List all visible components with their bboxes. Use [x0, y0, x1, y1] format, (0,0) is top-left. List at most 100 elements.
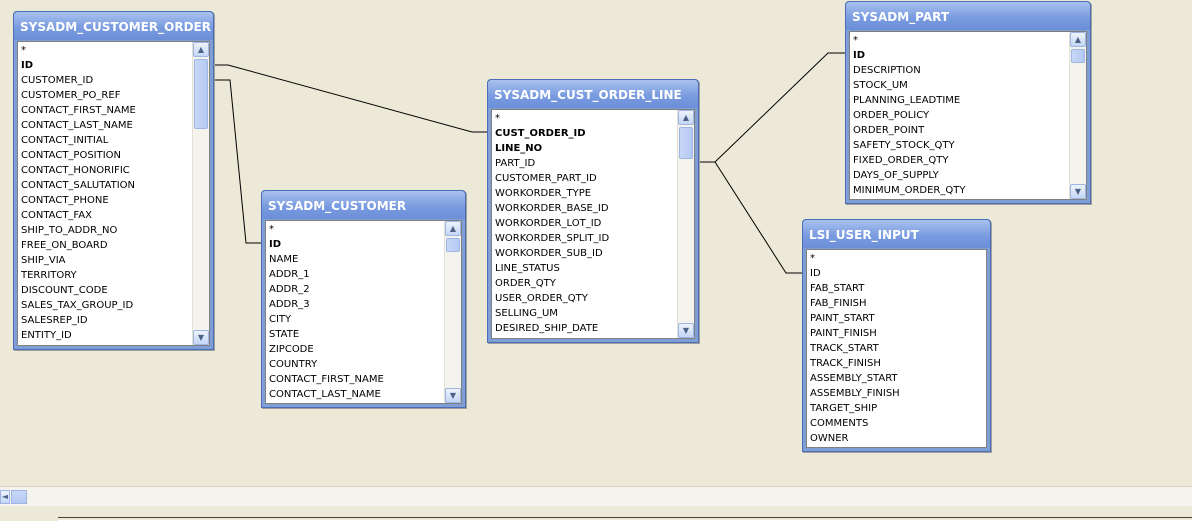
table-title[interactable]: LSI_USER_INPUT — [803, 220, 990, 248]
field-row[interactable]: * — [269, 222, 441, 237]
field-row[interactable]: FAB_START — [810, 281, 966, 296]
scroll-thumb[interactable] — [679, 127, 693, 159]
field-row[interactable]: FREE_ON_BOARD — [21, 238, 189, 253]
field-row[interactable]: SALESREP_ID — [21, 313, 189, 328]
field-row[interactable]: ORDER_POLICY — [853, 108, 1066, 123]
field-row[interactable]: DESCRIPTION — [853, 63, 1066, 78]
horizontal-scrollbar[interactable]: ◄ — [0, 486, 1192, 507]
field-row[interactable]: STOCK_UM — [853, 78, 1066, 93]
vertical-scrollbar[interactable]: ▲ ▼ — [444, 221, 461, 403]
field-row[interactable]: PLANNING_LEADTIME — [853, 93, 1066, 108]
field-row[interactable]: CONTACT_LAST_NAME — [21, 118, 189, 133]
field-row[interactable]: PAINT_FINISH — [810, 326, 966, 341]
field-row[interactable]: * — [495, 111, 674, 126]
field-row[interactable]: TRACK_START — [810, 341, 966, 356]
field-row[interactable]: NAME — [269, 252, 441, 267]
field-row[interactable]: ZIPCODE — [269, 342, 441, 357]
field-row[interactable]: MINIMUM_ORDER_QTY — [853, 183, 1066, 198]
field-row[interactable]: FIXED_ORDER_QTY — [853, 153, 1066, 168]
scroll-down-arrow-icon[interactable]: ▼ — [1070, 184, 1086, 199]
field-row[interactable]: SHIP_TO_ADDR_NO — [21, 223, 189, 238]
scroll-down-arrow-icon[interactable]: ▼ — [193, 330, 209, 345]
field-row[interactable]: DISCOUNT_CODE — [21, 283, 189, 298]
field-row[interactable]: ENTITY_ID — [21, 328, 189, 343]
field-row[interactable]: DESIRED_SHIP_DATE — [495, 321, 674, 336]
horizontal-scroll-thumb[interactable] — [11, 490, 27, 504]
join-line-cust-order-line-to-lsi-user-input[interactable] — [697, 161, 802, 274]
field-row[interactable]: SALES_TAX_GROUP_ID — [21, 298, 189, 313]
field-row[interactable]: ID — [21, 58, 189, 73]
table-window-customer[interactable]: SYSADM_CUSTOMER * ID NAME ADDR_1 ADDR_2 ADDR_… — [261, 190, 466, 408]
field-row[interactable]: CITY — [269, 312, 441, 327]
field-row[interactable]: WORKORDER_SUB_ID — [495, 246, 674, 261]
scroll-down-arrow-icon[interactable]: ▼ — [678, 323, 694, 338]
scroll-thumb[interactable] — [446, 238, 460, 252]
join-line-customer-order-to-cust-order-line[interactable] — [212, 64, 487, 133]
field-row[interactable]: CONTACT_POSITION — [21, 148, 189, 163]
field-row[interactable]: CUSTOMER_ID — [21, 73, 189, 88]
field-row[interactable]: ORDER_POINT — [853, 123, 1066, 138]
vertical-scrollbar[interactable]: ▲ ▼ — [677, 110, 694, 338]
field-row[interactable]: USER_ORDER_QTY — [495, 291, 674, 306]
field-row[interactable]: WORKORDER_SPLIT_ID — [495, 231, 674, 246]
field-row[interactable]: CONTACT_FIRST_NAME — [21, 103, 189, 118]
field-row[interactable]: COUNTRY — [269, 357, 441, 372]
field-row[interactable]: ASSEMBLY_FINISH — [810, 386, 966, 401]
table-window-customer-order[interactable]: SYSADM_CUSTOMER_ORDER * ID CUSTOMER_ID CUST… — [13, 11, 214, 350]
field-row[interactable]: WORKORDER_BASE_ID — [495, 201, 674, 216]
scroll-up-arrow-icon[interactable]: ▲ — [678, 110, 694, 125]
scroll-up-arrow-icon[interactable]: ▲ — [1070, 32, 1086, 47]
field-row[interactable]: CUST_ORDER_ID — [495, 126, 674, 141]
scroll-up-arrow-icon[interactable]: ▲ — [193, 42, 209, 57]
field-row[interactable]: ADDR_2 — [269, 282, 441, 297]
field-row[interactable]: PART_ID — [495, 156, 674, 171]
field-row[interactable]: STATE — [269, 327, 441, 342]
table-title[interactable]: SYSADM_CUSTOMER_ORDER — [14, 12, 213, 40]
scroll-thumb[interactable] — [194, 59, 208, 129]
field-row[interactable]: * — [21, 43, 189, 58]
field-row[interactable]: ID — [853, 48, 1066, 63]
field-row[interactable]: CUSTOMER_PO_REF — [21, 88, 189, 103]
field-row[interactable]: CONTACT_SALUTATION — [21, 178, 189, 193]
field-row[interactable]: ID — [810, 266, 966, 281]
field-row[interactable]: CONTACT_FIRST_NAME — [269, 372, 441, 387]
vertical-scrollbar[interactable]: ▲ ▼ — [1069, 32, 1086, 199]
field-row[interactable]: ID — [269, 237, 441, 252]
field-row[interactable]: PAINT_START — [810, 311, 966, 326]
table-title[interactable]: SYSADM_CUST_ORDER_LINE — [488, 80, 698, 108]
scroll-down-arrow-icon[interactable]: ▼ — [445, 388, 461, 403]
field-row[interactable]: TARGET_SHIP — [810, 401, 966, 416]
field-row[interactable]: SHIP_VIA — [21, 253, 189, 268]
field-row[interactable]: LINE_NO — [495, 141, 674, 156]
field-row[interactable]: CUSTOMER_PART_ID — [495, 171, 674, 186]
field-row[interactable]: ADDR_3 — [269, 297, 441, 312]
field-row[interactable]: ASSEMBLY_START — [810, 371, 966, 386]
join-line-customer-order-to-customer[interactable] — [212, 79, 261, 244]
field-row[interactable]: CONTACT_PHONE — [21, 193, 189, 208]
field-row[interactable]: LINE_STATUS — [495, 261, 674, 276]
vertical-scrollbar[interactable]: ▲ ▼ — [192, 42, 209, 345]
field-row[interactable]: TERRITORY — [21, 268, 189, 283]
table-window-part[interactable]: SYSADM_PART * ID DESCRIPTION STOCK_UM PLANNI… — [845, 1, 1091, 204]
field-row[interactable]: * — [810, 251, 966, 266]
field-row[interactable]: CONTACT_FAX — [21, 208, 189, 223]
field-row[interactable]: ADDR_1 — [269, 267, 441, 282]
field-row[interactable]: COMMENTS — [810, 416, 966, 431]
field-row[interactable]: WORKORDER_LOT_ID — [495, 216, 674, 231]
table-window-cust-order-line[interactable]: SYSADM_CUST_ORDER_LINE * CUST_ORDER_ID LIN… — [487, 79, 699, 343]
field-row[interactable]: CONTACT_INITIAL — [21, 133, 189, 148]
field-row[interactable]: FAB_FINISH — [810, 296, 966, 311]
scroll-thumb[interactable] — [1071, 49, 1085, 63]
field-row[interactable]: * — [853, 33, 1066, 48]
table-title[interactable]: SYSADM_CUSTOMER — [262, 191, 465, 219]
scroll-up-arrow-icon[interactable]: ▲ — [445, 221, 461, 236]
field-row[interactable]: CONTACT_HONORIFIC — [21, 163, 189, 178]
join-line-cust-order-line-to-part[interactable] — [697, 52, 845, 163]
table-title[interactable]: SYSADM_PART — [846, 2, 1090, 30]
field-row[interactable]: CONTACT_LAST_NAME — [269, 387, 441, 402]
field-row[interactable]: ORDER_QTY — [495, 276, 674, 291]
field-row[interactable]: DAYS_OF_SUPPLY — [853, 168, 1066, 183]
field-row[interactable]: SELLING_UM — [495, 306, 674, 321]
scroll-left-arrow-icon[interactable]: ◄ — [0, 490, 10, 504]
field-row[interactable]: TRACK_FINISH — [810, 356, 966, 371]
